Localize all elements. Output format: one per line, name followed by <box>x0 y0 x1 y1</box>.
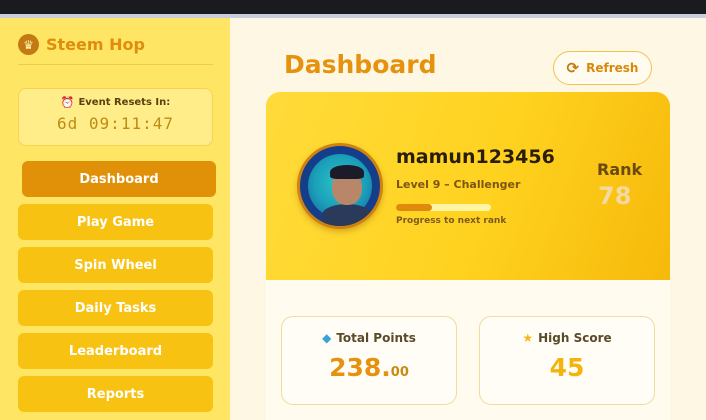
rank-progress-fill <box>396 204 433 211</box>
rank-progress-bar <box>396 204 491 211</box>
alarm-clock-icon: ⏰ <box>60 96 75 109</box>
brand-divider <box>18 64 213 65</box>
total-points-integer: 238. <box>329 353 391 382</box>
high-score-title: ★ High Score <box>480 331 654 345</box>
sidebar-item-leaderboard[interactable]: Leaderboard <box>18 333 213 369</box>
event-reset-panel: ⏰ Event Resets In: 6d 09:11:47 <box>18 88 213 146</box>
avatar[interactable] <box>297 143 383 229</box>
sidebar: ♛ Steem Hop ⏰ Event Resets In: 6d 09:11:… <box>0 18 230 420</box>
total-points-label: Total Points <box>336 331 416 345</box>
refresh-button[interactable]: ⟳ Refresh <box>553 51 652 85</box>
sidebar-item-daily-tasks[interactable]: Daily Tasks <box>18 290 213 326</box>
profile-card: mamun123456 Level 9 – Challenger Progres… <box>266 92 670 280</box>
high-score-label: High Score <box>538 331 612 345</box>
user-level: Level 9 – Challenger <box>396 178 521 191</box>
high-score-value: 45 <box>549 353 585 382</box>
avatar-photo <box>308 154 372 226</box>
diamond-icon: ◆ <box>322 331 332 345</box>
event-reset-timer: 6d 09:11:47 <box>57 114 174 133</box>
browser-top-bar <box>0 0 706 14</box>
sidebar-item-dashboard[interactable]: Dashboard <box>22 161 216 197</box>
event-reset-title: ⏰ Event Resets In: <box>19 96 212 109</box>
total-points-value: 238.00 <box>282 353 456 382</box>
event-reset-label: Event Resets In: <box>78 97 171 108</box>
brand-name: Steem Hop <box>46 35 145 54</box>
username: mamun123456 <box>396 146 555 168</box>
rank-progress-label: Progress to next rank <box>396 216 507 226</box>
high-score-card: ★ High Score 45 <box>479 316 655 405</box>
page-title: Dashboard <box>284 50 437 79</box>
refresh-icon: ⟳ <box>566 59 580 77</box>
brand[interactable]: ♛ Steem Hop <box>18 34 145 55</box>
total-points-decimals: 00 <box>390 365 409 380</box>
stats-panel: ◆ Total Points 238.00 ★ High Score 45 <box>266 280 670 420</box>
total-points-title: ◆ Total Points <box>282 331 456 345</box>
sidebar-item-reports[interactable]: Reports <box>18 376 213 412</box>
star-icon: ★ <box>522 331 534 345</box>
crown-icon: ♛ <box>18 34 39 55</box>
total-points-card: ◆ Total Points 238.00 <box>281 316 457 405</box>
sidebar-item-spin-wheel[interactable]: Spin Wheel <box>18 247 213 283</box>
rank-label: Rank <box>597 160 643 179</box>
refresh-label: Refresh <box>586 61 639 75</box>
rank-value: 78 <box>598 182 632 210</box>
sidebar-item-play-game[interactable]: Play Game <box>18 204 213 240</box>
